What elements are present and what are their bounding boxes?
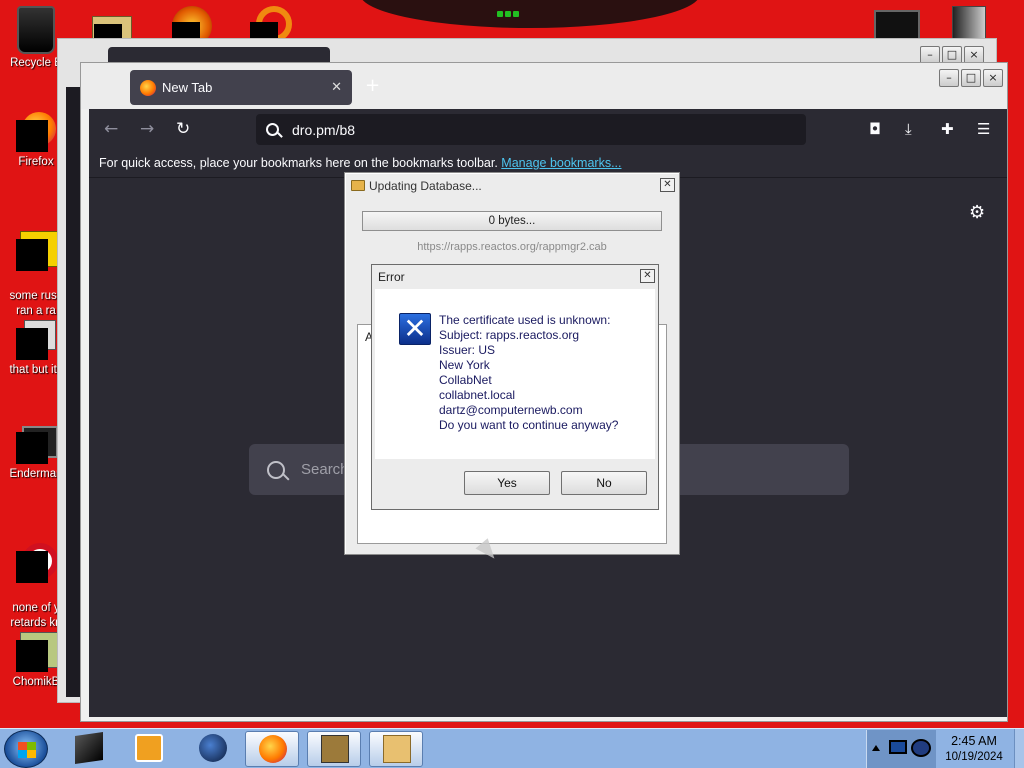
- back-icon[interactable]: ←: [104, 120, 118, 138]
- chomikbox-icon: [321, 735, 349, 763]
- extensions-icon[interactable]: ✚: [941, 120, 954, 138]
- url-bar[interactable]: dro.pm/b8: [256, 114, 806, 145]
- no-button[interactable]: No: [561, 471, 647, 495]
- error-line: Do you want to continue anyway?: [439, 418, 619, 432]
- error-line: collabnet.local: [439, 388, 516, 402]
- dialog-title-bar[interactable]: Error: [375, 268, 655, 287]
- document-icon: [16, 231, 58, 271]
- background-window-body: [66, 87, 80, 697]
- new-tab-button[interactable]: +: [365, 77, 380, 95]
- windows-icon: [16, 320, 56, 360]
- folder-icon: [351, 180, 365, 191]
- error-line: CollabNet: [439, 373, 492, 387]
- gear-icon[interactable]: ⚙: [969, 202, 985, 223]
- search-icon: [266, 123, 279, 136]
- menu-icon[interactable]: ☰: [977, 120, 990, 138]
- clock-time: 2:45 AM: [951, 734, 997, 748]
- download-url: https://rapps.reactos.org/rappmgr2.cab: [417, 241, 607, 253]
- show-hidden-icons-arrow[interactable]: [872, 745, 880, 751]
- forward-icon[interactable]: →: [140, 120, 154, 138]
- url-text: dro.pm/b8: [292, 121, 356, 138]
- opera-icon: [16, 543, 58, 583]
- close-icon[interactable]: ✕: [660, 178, 675, 192]
- error-line: Subject: rapps.reactos.org: [439, 328, 580, 342]
- tab-title: New Tab: [162, 80, 213, 95]
- wallpaper-dots: [497, 6, 527, 17]
- error-dialog: Error ✕ ✕ The certificate used is unknow…: [371, 264, 659, 510]
- search-icon: [267, 460, 285, 479]
- pocket-icon[interactable]: ◘: [869, 120, 881, 138]
- firefox-icon: [16, 112, 56, 152]
- error-icon: ✕: [399, 313, 431, 345]
- error-line: dartz@computernewb.com: [439, 403, 583, 417]
- show-desktop-button[interactable]: [1014, 729, 1024, 768]
- progress-bar: 0 bytes...: [362, 211, 662, 231]
- wallpaper-shape: [360, 0, 700, 28]
- close-tab-icon[interactable]: ✕: [331, 79, 342, 95]
- download-icon[interactable]: ⤓: [905, 120, 912, 138]
- start-button[interactable]: [4, 730, 48, 768]
- tray-app-icon[interactable]: [911, 739, 931, 757]
- minimize-icon[interactable]: –: [939, 69, 959, 87]
- window-controls: – □ ×: [939, 69, 1003, 87]
- yes-button[interactable]: Yes: [464, 471, 550, 495]
- system-tray: [866, 730, 936, 768]
- recycle-bin-icon: [17, 6, 55, 54]
- clock-date: 10/19/2024: [945, 751, 1003, 763]
- chomikbox-icon: [16, 632, 58, 672]
- maximize-icon[interactable]: □: [961, 69, 981, 87]
- error-message: The certificate used is unknown: Subject…: [439, 313, 649, 433]
- media-player-icon: [135, 734, 163, 762]
- navigation-toolbar: ← → ↻ dro.pm/b8 ◘ ⤓ ✚ ☰: [89, 109, 1007, 149]
- tab-new-tab[interactable]: New Tab ✕: [130, 70, 352, 105]
- search-placeholder: Search: [301, 461, 349, 478]
- taskbar: 2:45 AM 10/19/2024: [0, 728, 1024, 768]
- taskbar-item[interactable]: [186, 731, 240, 767]
- clock[interactable]: 2:45 AM 10/19/2024: [938, 733, 1010, 765]
- bookmarks-hint: For quick access, place your bookmarks h…: [99, 156, 498, 170]
- error-message-panel: ✕ The certificate used is unknown: Subje…: [375, 289, 655, 459]
- title-bar[interactable]: New Tab ✕ + – □ ×: [81, 63, 1007, 109]
- globe-icon: [199, 734, 227, 762]
- dialog-title-bar[interactable]: Updating Database...: [349, 177, 675, 195]
- package-icon: [383, 735, 411, 763]
- firefox-icon: [140, 79, 156, 96]
- taskbar-item[interactable]: [122, 731, 176, 767]
- reload-icon[interactable]: ↻: [176, 120, 190, 138]
- firefox-icon: [259, 735, 287, 763]
- close-icon[interactable]: ✕: [640, 269, 655, 283]
- taskbar-item[interactable]: [62, 731, 116, 767]
- taskbar-item-firefox[interactable]: [245, 731, 299, 767]
- network-icon[interactable]: [889, 740, 907, 754]
- progress-text: 0 bytes...: [488, 215, 536, 227]
- windows-logo-icon: [18, 742, 36, 758]
- taskbar-item-package[interactable]: [369, 731, 423, 767]
- dialog-title: Updating Database...: [369, 179, 482, 193]
- close-icon[interactable]: ×: [983, 69, 1003, 87]
- error-line: The certificate used is unknown:: [439, 313, 611, 327]
- taskbar-item-chomikbox[interactable]: [307, 731, 361, 767]
- terminal-icon: [16, 424, 58, 464]
- error-line: Issuer: US: [439, 343, 496, 357]
- manage-bookmarks-link[interactable]: Manage bookmarks...: [501, 156, 621, 170]
- error-line: New York: [439, 358, 490, 372]
- dialog-title: Error: [378, 270, 405, 284]
- cube-icon: [75, 732, 103, 764]
